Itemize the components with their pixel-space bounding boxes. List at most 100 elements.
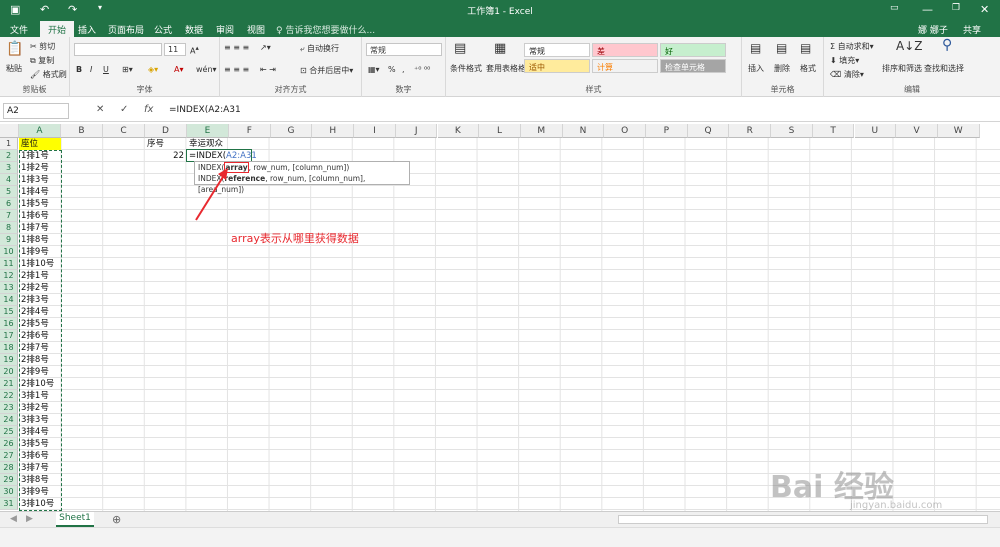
column-header-c[interactable]: C	[103, 124, 145, 138]
autosum-button[interactable]: Σ 自动求和▾	[830, 41, 874, 52]
underline-button[interactable]: U	[103, 65, 109, 74]
column-header-j[interactable]: J	[395, 124, 438, 138]
find-icon[interactable]: ⚲	[942, 37, 952, 53]
row-header-7[interactable]: 7	[0, 210, 18, 222]
tab-data[interactable]: 数据	[185, 23, 203, 36]
row-header-16[interactable]: 16	[0, 318, 18, 330]
cell-d1[interactable]: 序号	[145, 138, 164, 150]
style-calculation[interactable]: 计算	[592, 59, 658, 73]
row-header-8[interactable]: 8	[0, 222, 18, 234]
column-header-e[interactable]: E	[187, 124, 229, 138]
bold-button[interactable]: B	[76, 65, 82, 74]
tell-me-box[interactable]: ♀ 告诉我您想要做什么...	[276, 23, 375, 36]
column-header-f[interactable]: F	[229, 124, 271, 138]
align-left-icon[interactable]: ≡ ≡ ≡	[224, 65, 249, 74]
format-cells-button[interactable]: 格式	[800, 63, 816, 74]
border-icon[interactable]: ⊞▾	[122, 65, 133, 74]
cancel-icon[interactable]: ✕	[96, 104, 104, 115]
enter-icon[interactable]: ✓	[120, 104, 128, 115]
row-header-28[interactable]: 28	[0, 462, 18, 474]
sort-filter-button[interactable]: 排序和筛选	[882, 63, 922, 74]
copy-button[interactable]: ⧉ 复制	[30, 55, 54, 66]
row-header-12[interactable]: 12	[0, 270, 18, 282]
row-header-11[interactable]: 11	[0, 258, 18, 270]
column-header-g[interactable]: G	[270, 124, 313, 138]
paste-icon[interactable]: 📋	[6, 41, 23, 57]
number-format-box[interactable]: 常规	[366, 43, 442, 56]
row-header-14[interactable]: 14	[0, 294, 18, 306]
column-header-l[interactable]: L	[479, 124, 521, 138]
sheet-nav-next-icon[interactable]: ▶	[26, 514, 33, 524]
row-header-1[interactable]: 1	[0, 138, 18, 150]
tab-page-layout[interactable]: 页面布局	[108, 23, 144, 36]
tab-file[interactable]: 文件	[10, 23, 28, 36]
row-header-26[interactable]: 26	[0, 438, 18, 450]
insert-function-icon[interactable]: fx	[144, 104, 153, 115]
font-size-box[interactable]: 11	[164, 43, 186, 56]
column-header-u[interactable]: U	[854, 124, 897, 138]
tab-view[interactable]: 视图	[247, 23, 265, 36]
phonetic-icon[interactable]: wén▾	[196, 65, 217, 74]
column-header-h[interactable]: H	[312, 124, 355, 138]
minimize-icon[interactable]: —	[922, 3, 933, 16]
sort-filter-icon[interactable]: A↓Z	[896, 39, 922, 53]
column-header-t[interactable]: T	[812, 124, 855, 138]
fill-button[interactable]: ⬇ 填充▾	[830, 55, 859, 66]
tab-home[interactable]: 开始	[40, 21, 75, 37]
style-neutral[interactable]: 适中	[524, 59, 590, 73]
row-header-3[interactable]: 3	[0, 162, 18, 174]
row-header-20[interactable]: 20	[0, 366, 18, 378]
style-check-cell[interactable]: 检查单元格	[660, 59, 726, 73]
orientation-icon[interactable]: ↗▾	[260, 43, 271, 52]
worksheet-grid[interactable]: ABCDEFGHIJKLMNOPQRSTUVW 1 2 3 4 5 6 7 8 9 10 11 12 1…	[0, 124, 1000, 511]
column-header-p[interactable]: P	[646, 124, 688, 138]
row-header-2[interactable]: 2	[0, 150, 18, 162]
style-normal[interactable]: 常规	[524, 43, 590, 57]
name-box[interactable]: A2	[3, 103, 69, 119]
row-header-13[interactable]: 13	[0, 282, 18, 294]
tab-formulas[interactable]: 公式	[154, 23, 172, 36]
column-header-o[interactable]: O	[604, 124, 646, 138]
row-header-17[interactable]: 17	[0, 330, 18, 342]
horizontal-scrollbar[interactable]	[618, 515, 988, 524]
row-header-6[interactable]: 6	[0, 198, 18, 210]
delete-cells-button[interactable]: 删除	[774, 63, 790, 74]
row-header-31[interactable]: 31	[0, 498, 18, 510]
row-header-23[interactable]: 23	[0, 402, 18, 414]
paste-button[interactable]: 粘贴	[6, 63, 22, 74]
sheet-nav-prev-icon[interactable]: ◀	[10, 514, 17, 524]
currency-icon[interactable]: ▦▾	[368, 65, 380, 74]
style-good[interactable]: 好	[660, 43, 726, 57]
row-header-9[interactable]: 9	[0, 234, 18, 246]
tab-review[interactable]: 审阅	[216, 23, 234, 36]
delete-cells-icon[interactable]: ▤	[776, 41, 787, 55]
column-header-k[interactable]: K	[437, 124, 480, 138]
cut-button[interactable]: ✂ 剪切	[30, 41, 55, 52]
percent-button[interactable]: %	[388, 65, 396, 74]
row-header-5[interactable]: 5	[0, 186, 18, 198]
row-header-27[interactable]: 27	[0, 450, 18, 462]
clear-button[interactable]: ⌫ 清除▾	[830, 69, 864, 80]
tooltip-line-array[interactable]: INDEX(array, row_num, [column_num])	[198, 162, 406, 173]
font-color-icon[interactable]: A▾	[174, 65, 184, 74]
row-header-15[interactable]: 15	[0, 306, 18, 318]
sheet-tab-sheet1[interactable]: Sheet1	[56, 512, 94, 527]
font-name-box[interactable]	[74, 43, 162, 56]
column-header-d[interactable]: D	[145, 124, 187, 138]
column-header-i[interactable]: I	[354, 124, 396, 138]
wrap-text-button[interactable]: ⤶ 自动换行	[300, 43, 339, 54]
row-header-30[interactable]: 30	[0, 486, 18, 498]
row-header-24[interactable]: 24	[0, 414, 18, 426]
format-painter-button[interactable]: 🖌 格式刷	[30, 69, 67, 80]
format-cells-icon[interactable]: ▤	[800, 41, 811, 55]
column-header-v[interactable]: V	[896, 124, 938, 138]
ribbon-display-icon[interactable]: ▭	[890, 3, 899, 13]
row-header-22[interactable]: 22	[0, 390, 18, 402]
style-bad[interactable]: 差	[592, 43, 658, 57]
align-top-icon[interactable]: ≡ ≡ ≡	[224, 43, 249, 52]
conditional-format-icon[interactable]: ▤	[454, 41, 466, 56]
indent-icon[interactable]: ⇤ ⇥	[260, 65, 276, 74]
fill-color-icon[interactable]: ◈▾	[148, 65, 158, 74]
conditional-format-button[interactable]: 条件格式	[450, 63, 482, 74]
grow-font-icon[interactable]: A▴	[190, 44, 199, 56]
